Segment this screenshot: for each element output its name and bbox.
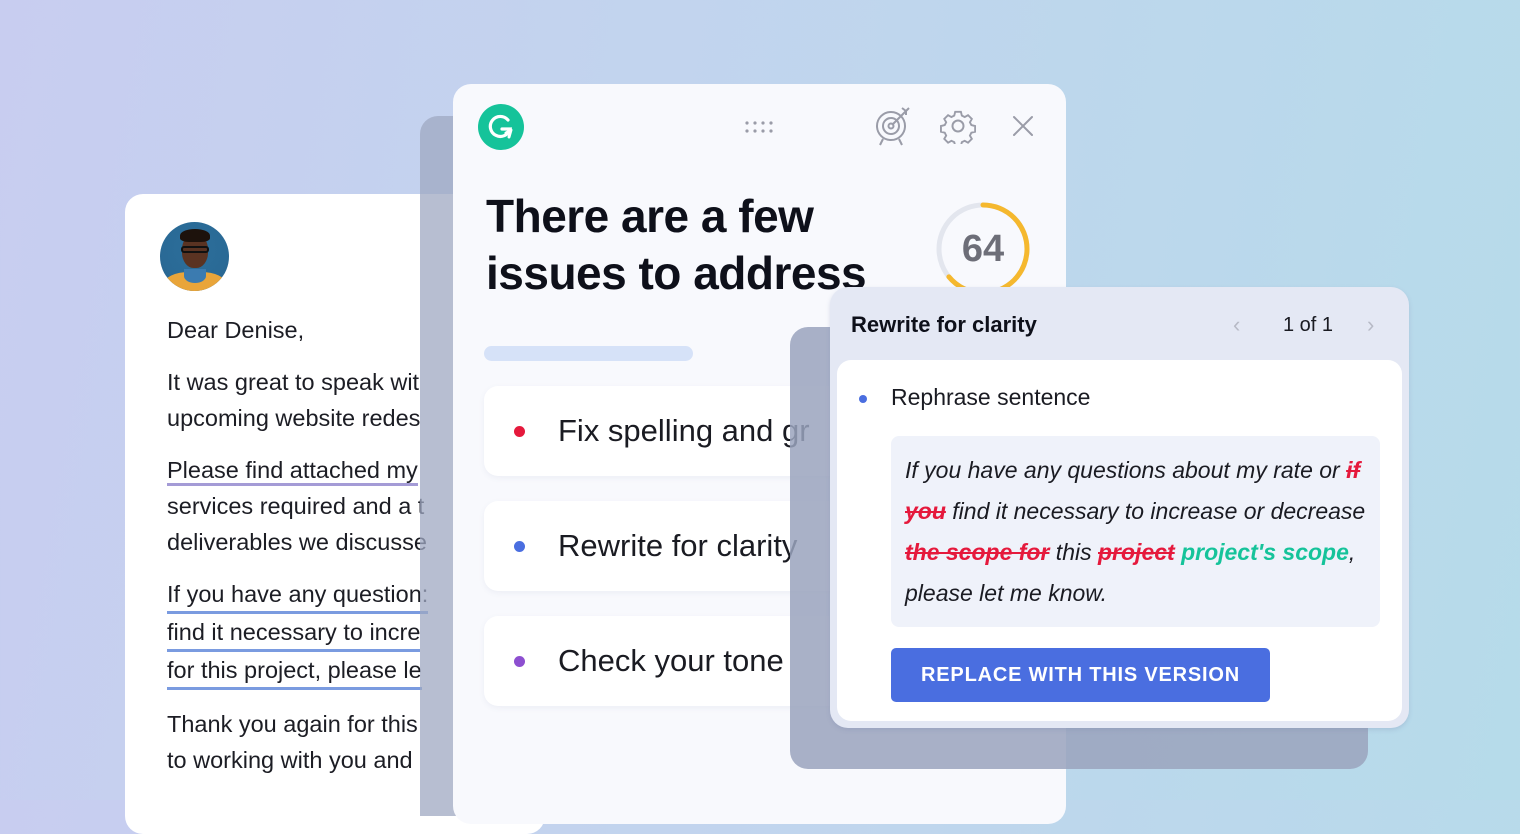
close-icon[interactable]: [1003, 106, 1043, 146]
chevron-right-icon[interactable]: ›: [1367, 312, 1374, 338]
category-dot: [514, 540, 525, 552]
pager-count: 1 of 1: [1283, 314, 1334, 336]
card-title: Rewrite for clarity: [851, 312, 1037, 337]
score-gauge[interactable]: 64: [934, 200, 1032, 298]
suggestion-diff: If you have any questions about my rate …: [891, 436, 1380, 627]
page-title: There are a few issues to address: [486, 190, 867, 299]
replace-button[interactable]: REPLACE WITH THIS VERSION: [891, 648, 1270, 702]
inserted-text: project's scope: [1181, 539, 1349, 565]
clarity-highlight[interactable]: If you have any question:: [167, 578, 429, 614]
category-dot: [514, 655, 525, 667]
tone-highlight[interactable]: Please find attached my: [167, 457, 418, 486]
deleted-text: the scope for: [905, 539, 1050, 565]
suggestion-card: Rewrite for clarity ‹ 1 of 1 › Rephrase …: [830, 287, 1409, 728]
target-icon[interactable]: [873, 106, 913, 146]
clarity-highlight[interactable]: find it necessary to incre: [167, 616, 421, 652]
avatar: [160, 222, 229, 291]
deleted-text: project: [1098, 539, 1175, 565]
suggestion-dot: [859, 395, 867, 403]
drag-handle-icon[interactable]: [744, 120, 776, 139]
gear-icon[interactable]: [938, 106, 978, 146]
progress-bar: [484, 346, 693, 361]
grammarly-logo-icon: [478, 104, 524, 150]
chevron-left-icon[interactable]: ‹: [1233, 312, 1240, 338]
suggestion-label: Rephrase sentence: [891, 384, 1091, 410]
suggestion-body: Rephrase sentence If you have any questi…: [837, 360, 1402, 721]
score-value: 64: [961, 227, 1005, 270]
category-dot: [514, 425, 525, 437]
clarity-highlight[interactable]: for this project, please le: [167, 654, 422, 690]
